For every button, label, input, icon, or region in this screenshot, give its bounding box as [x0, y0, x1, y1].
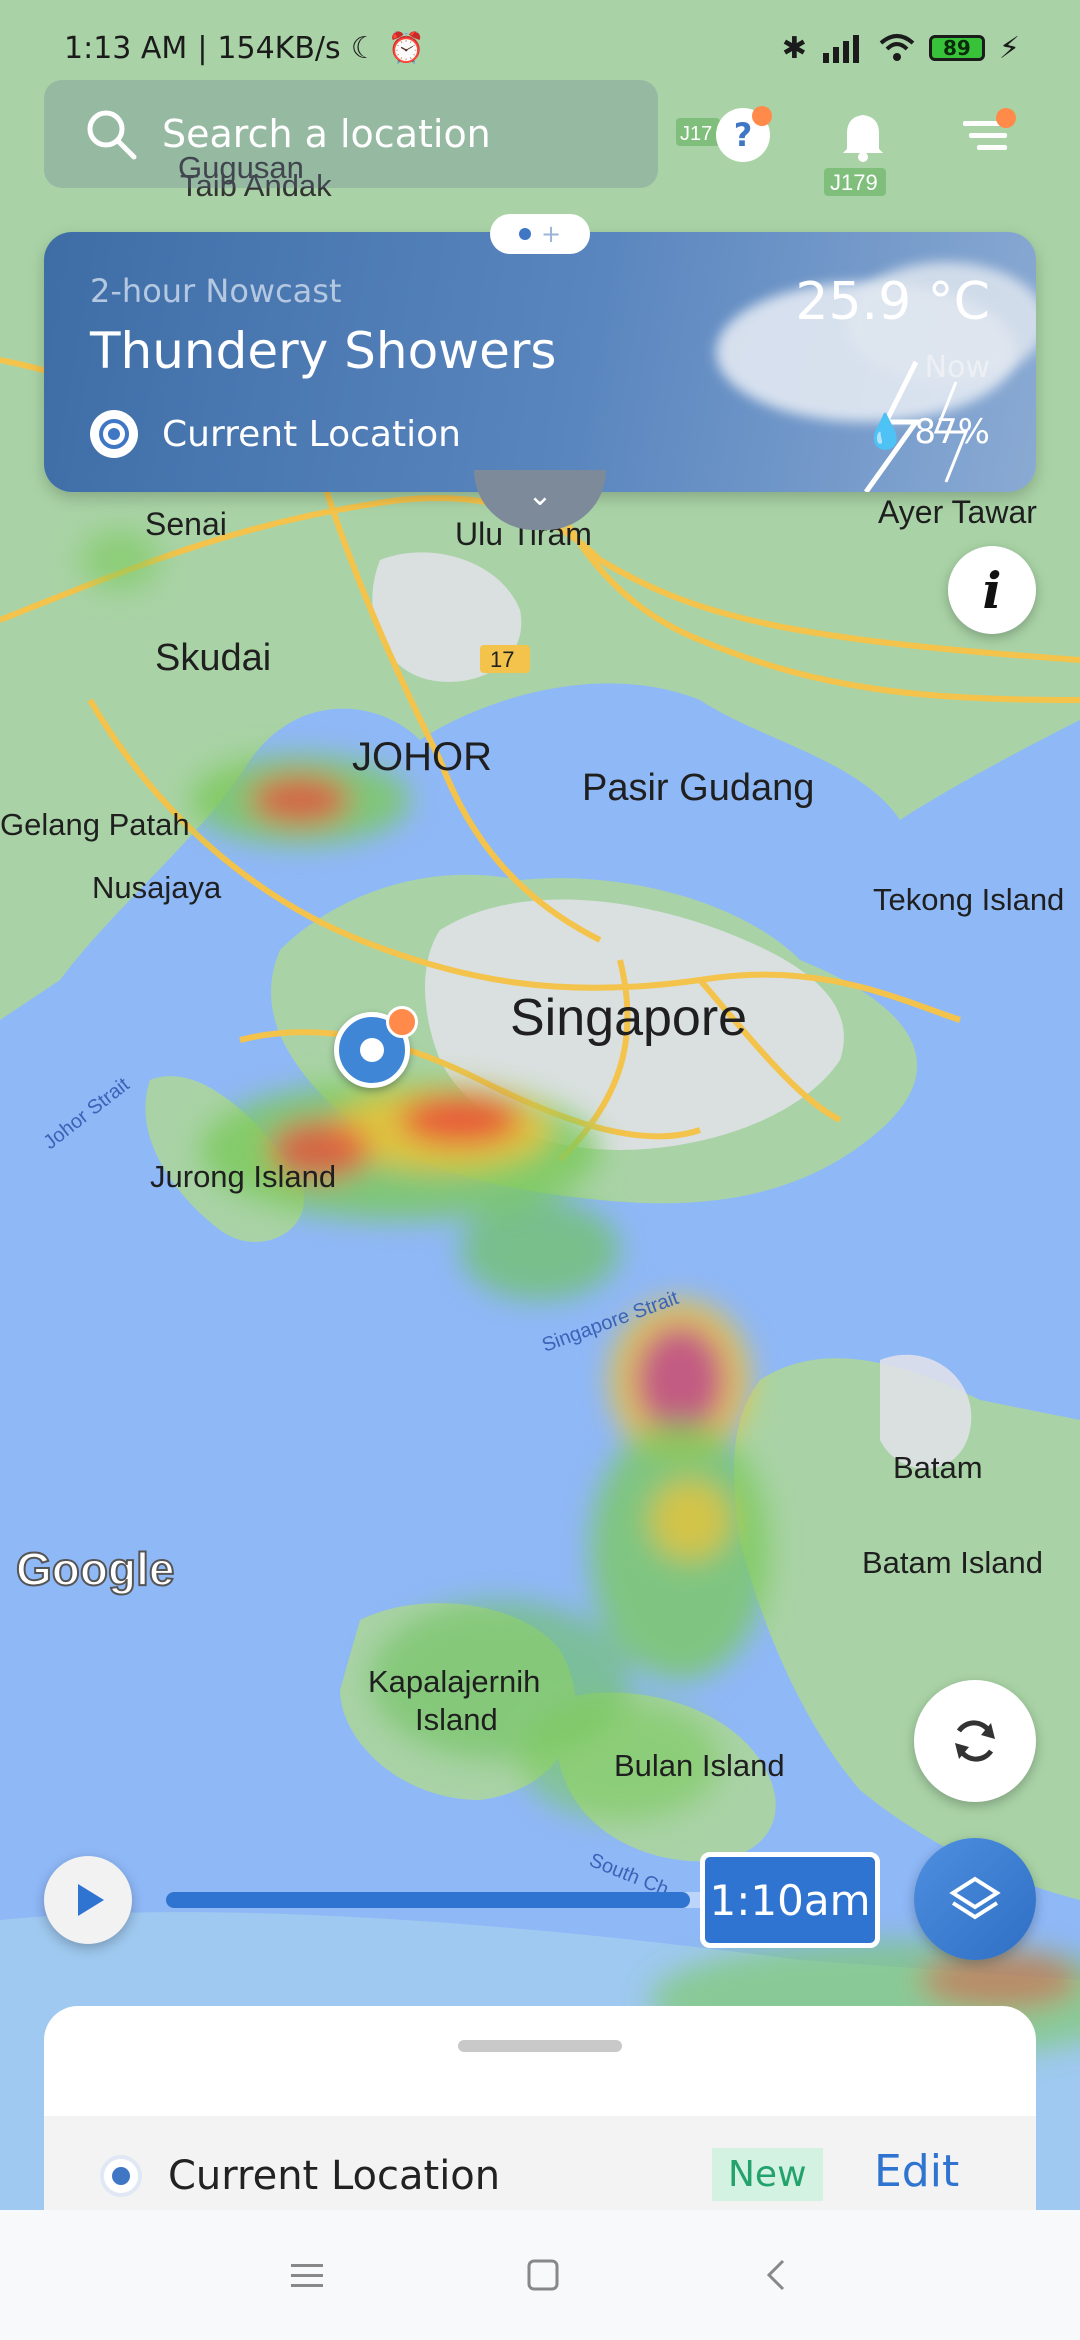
moon-icon: ☾ [350, 30, 378, 66]
map-label-jurong: Jurong Island [150, 1159, 336, 1194]
card-pager[interactable]: + [490, 214, 590, 254]
map-label-skudai: Skudai [155, 637, 271, 679]
signal-icon [822, 35, 859, 63]
search-bar[interactable]: Search a location [44, 80, 658, 188]
temperature: 25.9 °C [795, 272, 990, 332]
weather-condition: Thundery Showers [90, 322, 557, 380]
add-card-icon: + [540, 220, 562, 248]
location-target-icon [90, 410, 138, 458]
forecast-period: Now [924, 350, 990, 385]
filter-menu-button[interactable] [950, 100, 1020, 170]
map-label-kapala-1: Kapalajernih [368, 1664, 540, 1699]
help-button[interactable]: ? [708, 100, 778, 170]
map-label-tekong: Tekong Island [873, 882, 1064, 917]
info-icon: i [982, 560, 1002, 620]
map-label-gelang-patah: Gelang Patah [0, 807, 190, 842]
charging-icon: ⚡ [998, 30, 1020, 66]
battery-icon: 89 [928, 35, 985, 61]
layers-button[interactable] [914, 1838, 1036, 1960]
status-net-speed: 154KB/s [217, 30, 341, 66]
nowcast-location-label: Current Location [162, 413, 461, 455]
road-j179: J179 [830, 170, 878, 195]
back-icon[interactable] [761, 2257, 791, 2293]
map-label-johor: JOHOR [352, 735, 492, 779]
menu-icon[interactable] [289, 2260, 325, 2290]
map-label-bulan: Bulan Island [614, 1748, 785, 1783]
info-button[interactable]: i [948, 546, 1036, 634]
humidity-icon: 💧 [864, 412, 907, 452]
chevron-down-icon: ⌄ [527, 478, 553, 513]
nowcast-card[interactable]: 2-hour Nowcast Thundery Showers Current … [44, 232, 1036, 492]
google-logo: Google [16, 1543, 174, 1595]
location-row-label: Current Location [168, 2153, 501, 2199]
refresh-button[interactable] [914, 1680, 1036, 1802]
road-17: 17 [490, 647, 514, 672]
map-label-batam: Batam [893, 1450, 983, 1485]
map-label-pasir-gudang: Pasir Gudang [582, 767, 814, 809]
sheet-drag-handle[interactable] [458, 2040, 622, 2052]
edit-button[interactable]: Edit [874, 2146, 959, 2197]
refresh-icon [955, 1720, 995, 1762]
timeline-track[interactable] [166, 1892, 706, 1908]
map-label-senai: Senai [145, 506, 227, 542]
nowcast-label: 2-hour Nowcast [90, 272, 342, 310]
filter-notification-dot [996, 108, 1016, 128]
bell-icon [843, 115, 883, 162]
map-label-batam-island: Batam Island [862, 1545, 1043, 1580]
humidity-value: 87% [914, 412, 990, 452]
status-time: 1:13 AM [64, 30, 188, 66]
play-button[interactable] [44, 1856, 132, 1944]
map-label-singapore: Singapore [510, 989, 747, 1047]
pager-dot-active [518, 228, 531, 240]
map-label-ayer-tawar: Ayer Tawar [878, 494, 1037, 530]
timeline-time-badge[interactable]: 1:10am [700, 1852, 880, 1948]
status-bar: 1:13 AM | 154KB/s ☾ ⏰ ✱ 89 ⚡ [64, 30, 1020, 66]
search-icon [87, 110, 137, 160]
play-icon [78, 1884, 104, 1916]
notifications-button[interactable] [828, 100, 898, 170]
humidity: 💧 87% [864, 412, 990, 452]
home-icon[interactable] [525, 2257, 561, 2293]
wifi-icon [879, 34, 915, 61]
location-notification-dot [386, 1006, 418, 1038]
timeline-progress [166, 1892, 690, 1908]
help-notification-dot [752, 106, 772, 126]
system-nav-bar [0, 2210, 1080, 2340]
layers-icon [949, 1876, 1001, 1920]
map-label-kapala-2: Island [415, 1702, 498, 1737]
new-badge: New [712, 2148, 823, 2201]
map-label-nusajaya: Nusajaya [92, 870, 222, 905]
alarm-icon: ⏰ [387, 30, 425, 66]
nowcast-location: Current Location [90, 410, 461, 458]
search-input[interactable]: Search a location [162, 112, 491, 156]
battery-level: 89 [943, 36, 971, 60]
location-target-icon [100, 2155, 142, 2197]
bluetooth-icon: ✱ [781, 30, 807, 66]
